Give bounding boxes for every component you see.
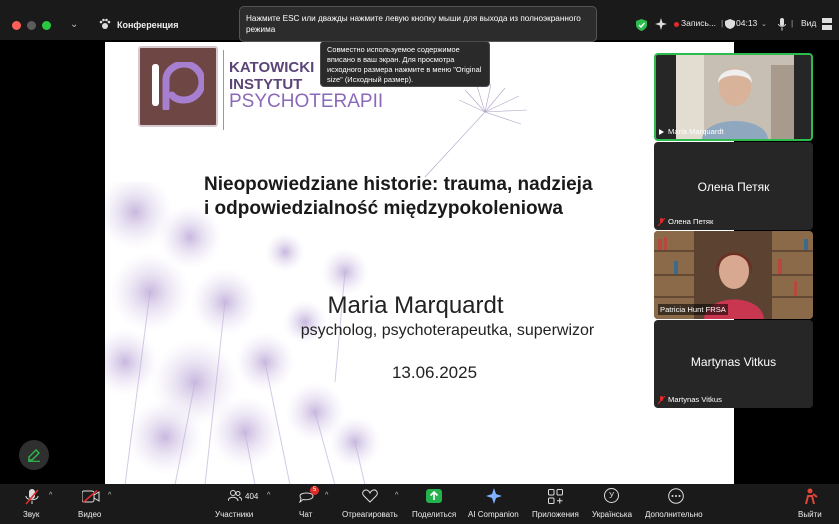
chat-button[interactable]: Чат [299,510,312,519]
participant-caption: Martynas Vitkus [658,395,722,404]
meeting-toolbar: ^ Звук ^ Видео 404 ^ Участники 5 ^ Чат ^… [0,484,839,524]
chevron-down-icon[interactable]: ⌄ [70,19,78,30]
participants-icon[interactable] [228,490,242,502]
share-screen-icon[interactable] [426,489,442,503]
paw-icon [99,18,111,29]
dandelion-seed-decoration [424,83,528,178]
camera-off-icon[interactable] [82,490,100,503]
logo-line3: PSYCHOTERAPII [229,91,384,112]
participant-caption: Patricia Hunt FRSA [658,304,728,315]
language-icon[interactable]: У [604,488,619,503]
participant-tile-olena[interactable]: Олена Петяк Олена Петяк [654,142,813,230]
react-button[interactable]: Отреагировать [342,510,398,519]
slide-title-line2: i odpowiedzialność międzypokoleniowa [204,198,563,219]
zoom-window-button[interactable] [42,21,51,30]
participant-name: Martynas Vitkus [668,395,722,404]
more-button[interactable]: Дополнительно [645,510,703,519]
recording-dot-icon [674,22,679,27]
participant-name: Patricia Hunt FRSA [658,304,728,315]
participant-tile-maria[interactable]: Maria Marquardt [654,53,813,141]
participant-tile-martynas[interactable]: Martynas Vitkus Martynas Vitkus [654,320,813,408]
video-options-chevron-icon[interactable]: ^ [108,492,111,499]
slide-title-line1: Nieopowiedziane historie: trauma, nadzie… [204,174,593,195]
participant-tile-patricia[interactable]: Patricia Hunt FRSA [654,231,813,319]
apps-icon[interactable] [548,489,563,504]
divider: | [791,18,794,28]
chat-options-chevron-icon[interactable]: ^ [325,492,328,499]
chat-unread-badge: 5 [310,486,319,495]
slide-title: Nieopowiedziane historie: trauma, nadzie… [204,173,593,221]
audio-button[interactable]: Звук [23,510,39,519]
microphone-muted-icon[interactable] [25,489,39,505]
leave-icon[interactable] [803,488,818,504]
shield-icon[interactable] [636,19,647,31]
participants-button[interactable]: Участники [215,510,253,519]
microphone-icon[interactable] [778,18,786,31]
ai-companion-button[interactable]: AI Companion [468,510,519,519]
participant-caption: Олена Петяк [658,217,713,226]
timer-chevron-icon[interactable]: ⌄ [761,20,767,28]
divider: | [721,18,724,28]
leave-button[interactable]: Выйти [798,510,822,519]
close-window-button[interactable] [12,21,21,30]
participant-name-center: Олена Петяк [697,180,770,194]
audio-options-chevron-icon[interactable]: ^ [49,492,52,499]
speaker-name: Maria Marquardt [327,292,504,319]
annotate-button[interactable] [19,440,49,470]
institute-logo [138,46,218,127]
speaker-active-icon [659,128,664,135]
mic-muted-icon [658,395,665,404]
participants-count: 404 [245,492,259,501]
more-ellipsis-icon[interactable] [668,488,684,504]
original-size-tooltip: Совместно используемое содержимое вписан… [320,41,490,87]
minimize-window-button[interactable] [27,21,36,30]
shield-small-icon [725,19,735,29]
pencil-icon [28,449,40,462]
ai-companion-sparkle-icon[interactable] [486,488,502,504]
participant-caption: Maria Marquardt [658,127,724,136]
view-button[interactable]: Вид [801,18,816,28]
shared-screen-slide: KATOWICKI INSTYTUT PSYCHOTERAPII Nieopow… [105,42,734,485]
share-button[interactable]: Поделиться [412,510,456,519]
heart-react-icon[interactable] [362,489,378,503]
mic-muted-icon [658,217,665,226]
apps-button[interactable]: Приложения [532,510,579,519]
logo-divider [223,50,224,130]
participant-name-center: Martynas Vitkus [690,355,777,369]
window-title: Конференция [117,20,179,30]
participant-name: Олена Петяк [668,217,714,226]
fullscreen-hint-banner: Нажмите ESC или дважды нажмите левую кно… [239,6,597,42]
presentation-date: 13.06.2025 [391,363,478,382]
speaker-role: psycholog, psychoterapeutka, superwizor [300,322,595,339]
meeting-timer: 04:13 [736,18,758,28]
video-button[interactable]: Видео [78,510,101,519]
sparkle-icon[interactable] [655,18,667,30]
grid-view-icon[interactable] [822,18,832,30]
react-options-chevron-icon[interactable]: ^ [395,492,398,499]
recording-status[interactable]: Запись... [681,18,716,28]
participant-name: Maria Marquardt [668,127,724,136]
participants-options-chevron-icon[interactable]: ^ [267,492,270,499]
language-button[interactable]: Українська [592,510,632,519]
